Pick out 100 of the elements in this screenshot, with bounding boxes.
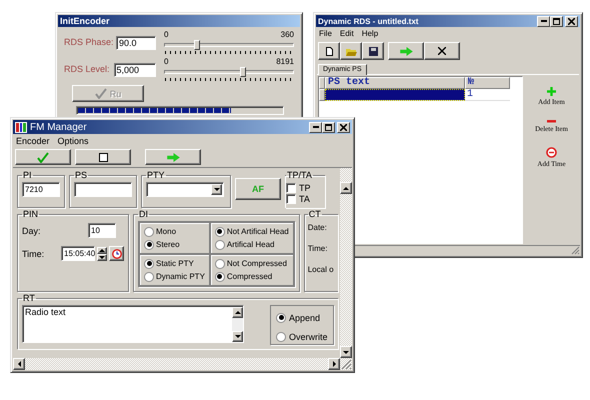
text-area[interactable]: Radio text	[22, 305, 244, 343]
resize-grip-icon	[340, 358, 352, 370]
radio-label: Stereo	[156, 240, 180, 249]
scroll-down-button[interactable]	[232, 331, 243, 342]
scrollbar[interactable]	[13, 358, 352, 370]
input-field[interactable]: 5,000	[114, 63, 156, 77]
stop-button[interactable]	[75, 149, 131, 165]
arrow-icon	[400, 46, 412, 56]
radio-button[interactable]	[144, 272, 154, 282]
minimize-icon	[540, 20, 546, 22]
checkbox[interactable]	[286, 194, 296, 204]
dropdown[interactable]	[146, 182, 224, 197]
input-field[interactable]	[74, 182, 132, 197]
radio-button[interactable]	[214, 240, 225, 250]
input-field[interactable]: 7210	[22, 182, 60, 197]
input-field[interactable]: 90.0	[116, 36, 156, 50]
time-field[interactable]: 15:05:40	[61, 246, 95, 261]
maximize-button[interactable]	[550, 16, 563, 26]
scale-label: 0	[164, 58, 168, 66]
checkbox[interactable]	[286, 182, 296, 192]
maximize-button[interactable]	[322, 122, 335, 132]
group-label: PI	[22, 170, 33, 180]
radio-button[interactable]	[144, 240, 154, 250]
column-header: PS text	[325, 77, 465, 89]
clock-icon	[546, 147, 557, 158]
field-label: RDS Level:	[64, 64, 110, 74]
radio-button[interactable]	[144, 226, 154, 236]
save-button[interactable]	[362, 42, 384, 60]
scroll-down-button[interactable]	[340, 346, 352, 358]
plus-icon	[546, 87, 556, 96]
scale-label: 8191	[276, 58, 294, 66]
new-file-button[interactable]	[318, 42, 340, 60]
app-logo-icon	[15, 122, 27, 132]
arrow-right-icon	[332, 361, 338, 367]
window-title: FM Manager	[30, 122, 88, 132]
slider-track[interactable]	[164, 40, 294, 50]
send-button[interactable]	[145, 149, 201, 165]
minus-icon	[547, 120, 556, 123]
radio-label: Not Artifical Head	[226, 227, 289, 236]
radio-label: Dynamic PTY	[156, 272, 205, 281]
close-icon	[340, 124, 347, 130]
column-header: №	[465, 77, 510, 89]
radio-button[interactable]	[276, 332, 286, 342]
menu-item[interactable]: Options	[58, 136, 89, 146]
menu-item[interactable]: Encoder	[16, 136, 50, 146]
row-header[interactable]	[319, 89, 325, 101]
scale-label: 0	[164, 31, 168, 39]
scale-label: 360	[280, 31, 294, 39]
menu-item[interactable]: Help	[362, 29, 378, 38]
open-button[interactable]	[340, 42, 362, 60]
scroll-right-button[interactable]	[328, 358, 340, 370]
scrollbar[interactable]	[340, 168, 352, 358]
radio-button[interactable]	[144, 258, 154, 268]
input-field[interactable]: 10	[88, 223, 116, 238]
scroll-up-button[interactable]	[340, 182, 352, 194]
radio-label: Static PTY	[156, 259, 194, 268]
spin-up-button[interactable]	[97, 246, 107, 254]
menu-item[interactable]: File	[319, 29, 332, 38]
cross-icon	[438, 47, 446, 55]
radio-button[interactable]	[214, 272, 225, 282]
menu-item[interactable]: Edit	[340, 29, 354, 38]
table-cell[interactable]	[325, 89, 465, 101]
window-title: Dynamic RDS - untitled.txt	[318, 16, 420, 26]
folder-icon	[346, 46, 356, 56]
dropdown-button[interactable]	[211, 184, 222, 195]
group-label: TP/TA	[286, 170, 313, 180]
send-button[interactable]	[388, 42, 424, 60]
clock-button[interactable]	[109, 246, 124, 261]
minimize-button[interactable]	[537, 16, 550, 26]
group-label: DI	[138, 209, 149, 219]
field-label: Time:	[22, 248, 44, 258]
field-label: RDS Phase:	[64, 37, 112, 47]
maximize-icon	[325, 124, 332, 130]
radio-button[interactable]	[214, 226, 225, 236]
apply-button[interactable]	[15, 149, 71, 165]
field-label: Date:	[308, 223, 328, 232]
check-icon	[37, 152, 49, 162]
spin-down-button[interactable]	[97, 254, 107, 260]
slider-track[interactable]	[164, 67, 294, 77]
scroll-left-button[interactable]	[13, 358, 25, 370]
close-button[interactable]	[337, 122, 350, 132]
arrow-down-icon	[99, 256, 105, 262]
checkbox-label: TP	[299, 182, 311, 192]
slider-thumb[interactable]	[194, 40, 200, 50]
minimize-button[interactable]	[309, 122, 322, 132]
clock-icon	[112, 248, 122, 258]
delete-button[interactable]	[424, 42, 460, 60]
square-icon	[98, 152, 108, 162]
slider-thumb[interactable]	[240, 67, 246, 77]
field-label: Local o	[308, 265, 335, 274]
window-title: InitEncoder	[60, 16, 111, 26]
group-label: PTY	[146, 170, 166, 180]
radio-button[interactable]	[276, 312, 286, 322]
scroll-up-button[interactable]	[232, 307, 243, 318]
group-label: PIN	[22, 209, 40, 219]
radio-button[interactable]	[214, 258, 225, 268]
close-icon	[568, 18, 575, 24]
close-button[interactable]	[565, 16, 578, 26]
arrow-icon	[166, 152, 180, 162]
group-label: PS	[74, 170, 88, 180]
